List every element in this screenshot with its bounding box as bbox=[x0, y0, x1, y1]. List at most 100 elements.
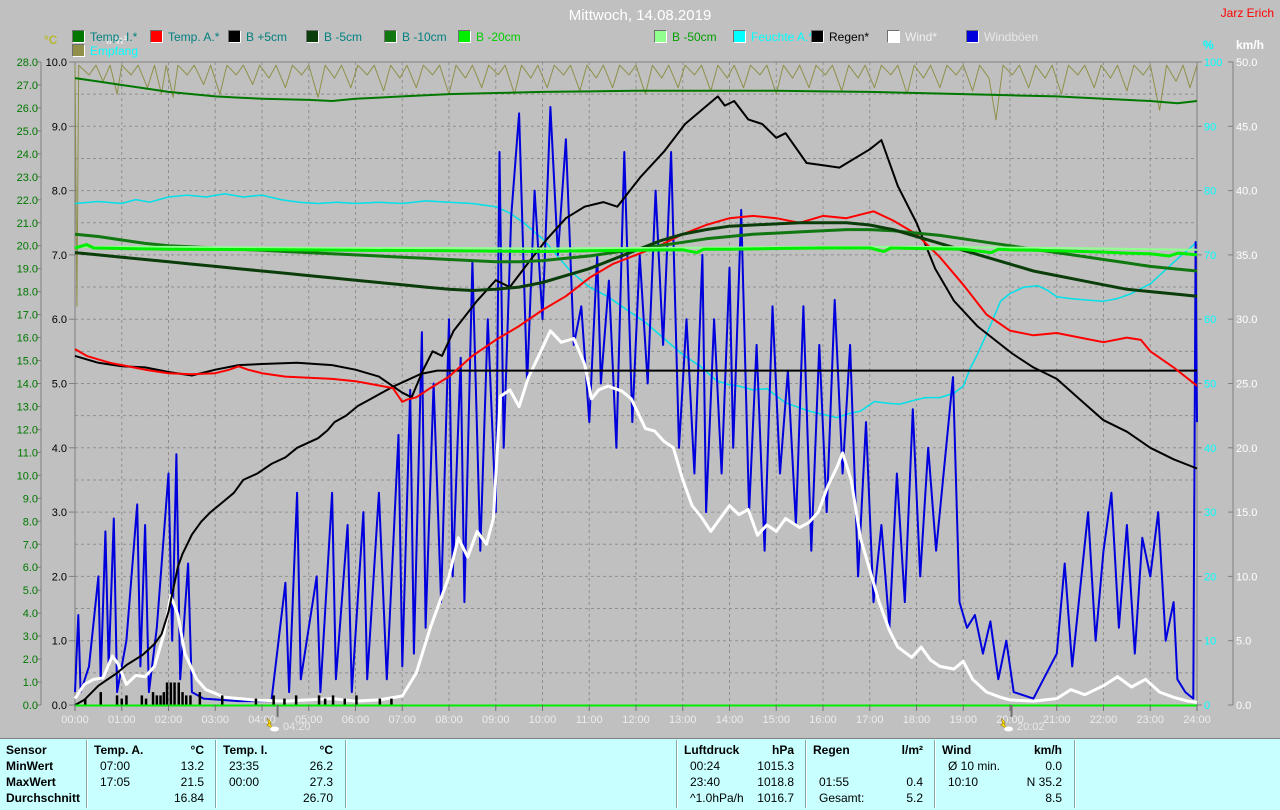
tick-label: 28.0 bbox=[17, 57, 38, 69]
tick-label: 40.0 bbox=[1236, 186, 1257, 198]
tick-label: 30.0 bbox=[1236, 314, 1257, 326]
tick-label: 11.0 bbox=[17, 447, 38, 459]
table-column-separator bbox=[805, 740, 806, 808]
table-value: 0.4 bbox=[807, 775, 923, 789]
tick-label: 10:00 bbox=[529, 714, 557, 726]
table-value: 1018.8 bbox=[678, 775, 794, 789]
tick-label: 50 bbox=[1204, 379, 1216, 391]
rain-bar bbox=[100, 692, 103, 705]
tick-label: 3.0 bbox=[52, 507, 67, 519]
tick-label: 45.0 bbox=[1236, 121, 1257, 133]
tick-label: 16.0 bbox=[17, 333, 38, 345]
rain-bar bbox=[185, 695, 188, 705]
rain-bar bbox=[318, 695, 321, 705]
tick-label: 0.0 bbox=[1236, 700, 1251, 712]
tick-label: 25.0 bbox=[1236, 379, 1257, 391]
tick-label: 14:00 bbox=[716, 714, 744, 726]
table-value: 1015.3 bbox=[678, 759, 794, 773]
tick-label: 00:00 bbox=[61, 714, 89, 726]
tick-label: 3.0 bbox=[23, 631, 38, 643]
tick-label: 18:00 bbox=[903, 714, 931, 726]
tick-label: 18.0 bbox=[17, 287, 38, 299]
table-column-separator bbox=[345, 740, 346, 808]
table-value: 27.3 bbox=[217, 775, 333, 789]
sunrise-time-label: 04:20 bbox=[283, 721, 311, 733]
rain-bar bbox=[125, 695, 128, 705]
rain-bar bbox=[390, 699, 393, 705]
tick-label: 6.0 bbox=[52, 314, 67, 326]
table-value: 1016.7 bbox=[678, 791, 794, 805]
tick-label: 14.0 bbox=[17, 379, 38, 391]
tick-label: 17:00 bbox=[856, 714, 884, 726]
tick-label: 10.0 bbox=[1236, 571, 1257, 583]
tick-label: 6.0 bbox=[23, 562, 38, 574]
tick-label: 22.0 bbox=[17, 195, 38, 207]
tick-label: 07:00 bbox=[388, 714, 416, 726]
table-col-unit: °C bbox=[217, 743, 333, 757]
table-corner-label: Sensor bbox=[6, 743, 47, 757]
tick-label: 2.0 bbox=[52, 571, 67, 583]
table-col-unit: hPa bbox=[678, 743, 794, 757]
tick-label: 16:00 bbox=[809, 714, 837, 726]
tick-label: 19.0 bbox=[17, 264, 38, 276]
tick-label: 11:00 bbox=[576, 714, 603, 726]
rain-bar bbox=[173, 683, 176, 706]
rain-bar bbox=[332, 695, 335, 705]
rain-bar bbox=[283, 699, 286, 705]
tick-label: 21:00 bbox=[1043, 714, 1071, 726]
tick-label: 20 bbox=[1204, 571, 1216, 583]
rain-bar bbox=[166, 683, 169, 706]
sunset-cloud-icon bbox=[1004, 727, 1013, 732]
table-value: 0.0 bbox=[936, 759, 1062, 773]
rain-bar bbox=[159, 695, 162, 705]
tick-label: 03:00 bbox=[201, 714, 229, 726]
rain-bar bbox=[379, 699, 382, 705]
rain-bar bbox=[221, 695, 224, 705]
tick-label: 2.0 bbox=[23, 654, 38, 666]
tick-label: 5.0 bbox=[23, 585, 38, 597]
tick-label: 8.0 bbox=[23, 516, 38, 528]
table-col-unit: km/h bbox=[936, 743, 1062, 757]
tick-label: 17.0 bbox=[17, 310, 38, 322]
tick-label: 0.0 bbox=[23, 700, 38, 712]
rain-bar bbox=[324, 699, 327, 705]
weather-chart: 0.01.02.03.04.05.06.07.08.09.010.011.012… bbox=[0, 0, 1280, 810]
table-column-separator bbox=[86, 740, 87, 808]
tick-label: 27.0 bbox=[17, 80, 38, 92]
table-value: 16.84 bbox=[88, 791, 204, 805]
rain-bar bbox=[170, 683, 173, 706]
tick-label: 60 bbox=[1204, 314, 1216, 326]
tick-label: 01:00 bbox=[108, 714, 136, 726]
tick-label: 15:00 bbox=[762, 714, 790, 726]
tick-label: 7.0 bbox=[52, 250, 67, 262]
rain-bar bbox=[178, 683, 181, 706]
tick-label: 19:00 bbox=[949, 714, 977, 726]
rain-bar bbox=[199, 692, 202, 705]
tick-label: 5.0 bbox=[1236, 636, 1251, 648]
tick-label: 02:00 bbox=[155, 714, 183, 726]
table-value: 5.2 bbox=[807, 791, 923, 805]
table-row-label: MaxWert bbox=[6, 775, 56, 789]
rain-bar bbox=[141, 695, 144, 705]
table-row-label: Durchschnitt bbox=[6, 791, 80, 805]
rain-bar bbox=[152, 692, 155, 705]
rain-bar bbox=[163, 692, 166, 705]
tick-label: 9.0 bbox=[23, 493, 38, 505]
tick-label: 40 bbox=[1204, 443, 1216, 455]
tick-label: 35.0 bbox=[1236, 250, 1257, 262]
tick-label: 15.0 bbox=[1236, 507, 1257, 519]
tick-label: 1.0 bbox=[23, 677, 38, 689]
tick-label: 13.0 bbox=[17, 401, 38, 413]
tick-label: 22:00 bbox=[1090, 714, 1118, 726]
series-temp_a bbox=[75, 211, 1197, 402]
tick-label: 4.0 bbox=[52, 443, 67, 455]
rain-bar bbox=[145, 699, 148, 705]
tick-label: 10 bbox=[1204, 636, 1216, 648]
tick-label: 8.0 bbox=[52, 186, 67, 198]
tick-label: 1.0 bbox=[52, 636, 67, 648]
tick-label: 21.0 bbox=[17, 218, 38, 230]
rain-bar bbox=[84, 699, 87, 705]
tick-label: 4.0 bbox=[23, 608, 38, 620]
tick-label: 50.0 bbox=[1236, 57, 1257, 69]
tick-label: 7.0 bbox=[23, 539, 38, 551]
